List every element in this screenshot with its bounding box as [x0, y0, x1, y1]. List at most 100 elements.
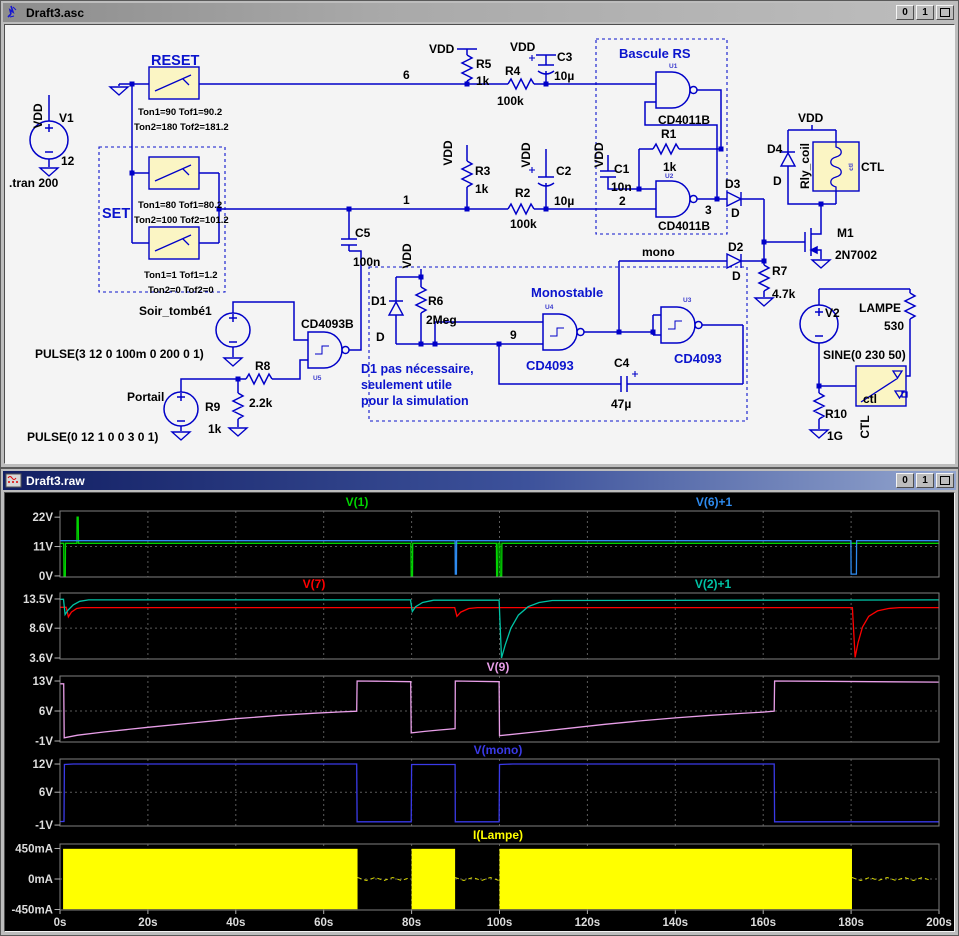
schematic-label: R1 — [661, 127, 677, 141]
close-button[interactable] — [936, 5, 954, 20]
waveform-canvas[interactable]: V(1) V(6)+1 22V 11V 0V V(7) V(2)+1 13.5V 8.6V 3.6… — [4, 492, 955, 932]
schematic-label: VDD — [400, 243, 414, 269]
schematic-window-title: Draft3.asc — [26, 5, 85, 20]
switch-symbols — [154, 74, 908, 403]
schematic-label: 2.2k — [249, 396, 273, 410]
restore-button[interactable]: 1 — [916, 473, 934, 488]
junction-dot — [650, 329, 656, 335]
close-icon — [940, 8, 950, 17]
close-button[interactable] — [936, 473, 954, 488]
schematic-label: VDD — [519, 142, 533, 168]
schematic-label: Ton2=180 Tof2=181.2 — [134, 122, 229, 133]
schematic-label: Ton1=80 Tof1=80.2 — [138, 200, 222, 211]
trace-label[interactable]: V(7) — [303, 577, 326, 591]
pane-lampe[interactable]: I(Lampe) 450mA 0mA -450mA — [11, 828, 940, 917]
schematic-label: U2 — [665, 173, 674, 180]
schematic-label: D — [376, 330, 385, 344]
schematic-label: VDD — [441, 140, 455, 166]
schematic-canvas[interactable]: VDD V1 12 .tran 200 RESET Ton1=90 Tof1=90.2 To… — [4, 24, 955, 464]
junction-dot — [464, 81, 470, 87]
x-tick-label: 180s — [838, 917, 864, 929]
schematic-label: 530 — [884, 319, 904, 333]
y-tick-label: -1V — [35, 736, 53, 748]
close-icon — [940, 476, 950, 485]
schematic-label: CD4093 — [674, 351, 722, 366]
x-tick-label: 160s — [750, 917, 776, 929]
schematic-label: 100k — [510, 217, 537, 231]
waveform-plot[interactable]: V(1) V(6)+1 22V 11V 0V V(7) V(2)+1 13.5V 8.6V 3.6… — [5, 493, 955, 932]
junction-dot — [418, 274, 424, 280]
y-tick-label: -450mA — [11, 905, 53, 917]
schematic-label: 1k — [208, 422, 222, 436]
schematic-label: C2 — [556, 164, 572, 178]
schematic-label: 1 — [403, 193, 410, 207]
y-tick-label: 6V — [39, 787, 53, 799]
schematic-label: R9 — [205, 400, 221, 414]
pane-mono[interactable]: V(mono) 12V 6V -1V — [33, 743, 940, 832]
restore-button[interactable]: 1 — [916, 5, 934, 20]
schematic-label: V2 — [825, 306, 840, 320]
ground-icon — [222, 357, 244, 367]
trace-label[interactable]: V(1) — [346, 495, 369, 509]
schematic-label: PULSE(0 12 1 0 0 3 0 1) — [27, 430, 158, 444]
mosfet-symbol[interactable] — [804, 228, 818, 256]
y-tick-label: 13V — [33, 676, 54, 688]
junction-dot — [761, 239, 767, 245]
gate-u1[interactable] — [655, 71, 691, 109]
trace-V(9)[interactable] — [60, 680, 940, 739]
trace-V(mono)[interactable] — [60, 763, 939, 823]
schematic-label: pour la simulation — [361, 394, 469, 408]
schematic-label: CTL — [861, 160, 884, 174]
y-tick-label: 8.6V — [29, 623, 53, 635]
schematic-label: VDD — [429, 42, 455, 56]
pane-v9[interactable]: V(9) 13V 6V -1V — [33, 660, 940, 748]
schematic-label: Rly_coil — [798, 143, 812, 189]
schematic-label: 6 — [403, 68, 410, 82]
schematic-label: LAMPE — [859, 301, 901, 315]
lamp-on-band — [63, 848, 358, 910]
gate-u3[interactable] — [660, 306, 696, 344]
junction-dot — [761, 258, 767, 264]
schematic-label: 1k — [475, 182, 489, 196]
trace-label[interactable]: V(2)+1 — [695, 577, 732, 591]
gate-symbols[interactable] — [307, 71, 703, 369]
trace-label[interactable]: I(Lampe) — [473, 828, 523, 842]
junction-dot — [496, 341, 502, 347]
waveform-window-title: Draft3.raw — [26, 473, 85, 488]
schematic-label: ctl — [848, 163, 855, 171]
minimize-button[interactable]: 0 — [896, 5, 914, 20]
waveform-app-icon[interactable] — [5, 473, 22, 488]
trace-label[interactable]: V(mono) — [474, 743, 523, 757]
schematic-label: R2 — [515, 186, 531, 200]
schematic-app-icon[interactable] — [5, 5, 22, 20]
schematic-label: C3 — [557, 50, 573, 64]
pane-v1[interactable]: V(1) V(6)+1 22V 11V 0V — [33, 495, 940, 583]
schematic-label: D1 pas nécessaire, — [361, 362, 474, 376]
junction-dot — [432, 341, 438, 347]
ground-icon — [808, 429, 830, 439]
minimize-button[interactable]: 0 — [896, 473, 914, 488]
schematic-label: 1G — [827, 429, 843, 443]
schematic-label: Ton1=90 Tof1=90.2 — [138, 107, 222, 118]
schematic-label: 10n — [611, 180, 632, 194]
gate-u5[interactable] — [307, 331, 343, 369]
schematic-label: R6 — [428, 294, 444, 308]
schematic-titlebar[interactable]: Draft3.asc 0 1 — [3, 3, 956, 22]
y-tick-label: 3.6V — [29, 653, 53, 665]
gate-u4[interactable] — [542, 313, 578, 351]
schematic-label: 100n — [353, 255, 380, 269]
schematic-label: R5 — [476, 57, 492, 71]
x-tick-label: 120s — [575, 917, 601, 929]
schematic-drawing[interactable]: VDD V112.tran 200RESETTon1=90 Tof1=90.2To… — [5, 25, 955, 464]
waveform-titlebar[interactable]: Draft3.raw 0 1 — [3, 471, 956, 490]
ground-icon — [38, 167, 60, 177]
behavioral-components[interactable] — [148, 66, 907, 407]
trace-label[interactable]: V(9) — [487, 660, 510, 674]
x-tick-label: 0s — [54, 917, 67, 929]
x-tick-label: 40s — [226, 917, 245, 929]
gate-u2[interactable] — [655, 180, 691, 218]
pane-v7[interactable]: V(7) V(2)+1 13.5V 8.6V 3.6V — [23, 577, 940, 665]
schematic-label: U5 — [313, 375, 322, 382]
trace-label[interactable]: V(6)+1 — [696, 495, 733, 509]
schematic-label: Monostable — [531, 285, 603, 300]
